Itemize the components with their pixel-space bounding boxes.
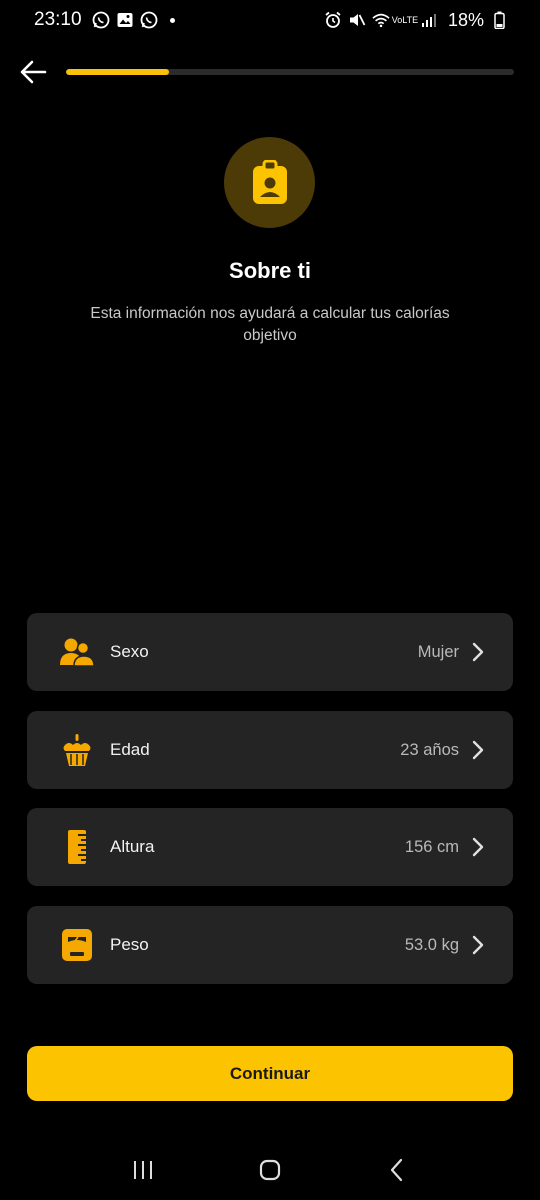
age-label: Edad bbox=[110, 740, 150, 759]
recents-icon bbox=[134, 1161, 153, 1179]
chevron-right-icon bbox=[469, 739, 487, 761]
whatsapp-icon bbox=[140, 11, 158, 29]
system-nav-bar bbox=[0, 1140, 540, 1200]
wifi-icon bbox=[372, 11, 390, 29]
weight-row[interactable]: Peso 53.0 kg bbox=[27, 906, 513, 984]
page-subtitle: Esta información nos ayudará a calcular … bbox=[90, 305, 450, 344]
system-back-button[interactable] bbox=[377, 1150, 417, 1190]
home-button[interactable] bbox=[250, 1150, 290, 1190]
height-value: 156 cm bbox=[404, 837, 459, 856]
avatar bbox=[224, 137, 315, 228]
battery-percent: 18% bbox=[447, 9, 484, 30]
chevron-right-icon bbox=[469, 934, 487, 956]
notification-dot-icon bbox=[169, 17, 175, 23]
height-label: Altura bbox=[110, 837, 155, 856]
arrow-left-icon bbox=[20, 60, 47, 84]
age-row[interactable]: Edad 23 años bbox=[27, 711, 513, 789]
id-badge-icon bbox=[252, 159, 287, 204]
signal-icon bbox=[420, 11, 438, 29]
volte-label: VoLTE bbox=[391, 14, 419, 25]
chevron-left-icon bbox=[390, 1158, 402, 1182]
back-button[interactable] bbox=[18, 57, 48, 87]
chevron-right-icon bbox=[469, 836, 487, 858]
alarm-icon bbox=[324, 11, 342, 29]
progress-bar bbox=[66, 69, 514, 75]
page-title: Sobre ti bbox=[229, 258, 311, 283]
home-icon bbox=[259, 1159, 281, 1181]
mute-icon bbox=[348, 11, 366, 29]
top-nav bbox=[0, 52, 540, 92]
progress-fill bbox=[66, 69, 170, 75]
sex-row[interactable]: Sexo Mujer bbox=[27, 613, 513, 691]
cake-icon bbox=[59, 732, 95, 768]
continue-button[interactable]: Continuar bbox=[27, 1046, 513, 1101]
whatsapp-icon bbox=[92, 11, 110, 29]
weight-label: Peso bbox=[110, 935, 149, 954]
chevron-right-icon bbox=[469, 641, 487, 663]
status-time: 23:10 bbox=[34, 9, 82, 30]
height-row[interactable]: Altura 156 cm bbox=[27, 808, 513, 886]
sex-value: Mujer bbox=[417, 642, 459, 661]
recents-button[interactable] bbox=[123, 1150, 163, 1190]
sex-label: Sexo bbox=[110, 642, 149, 661]
status-left: 23:10 bbox=[34, 9, 175, 31]
status-right: VoLTE 18% bbox=[324, 10, 508, 31]
ruler-icon bbox=[59, 829, 95, 865]
age-value: 23 años bbox=[400, 740, 459, 759]
screen: 23:10 VoLTE 18% Sobre ti Esta informació… bbox=[0, 0, 540, 1200]
people-icon bbox=[59, 634, 95, 670]
scale-icon bbox=[59, 927, 95, 963]
weight-value: 53.0 kg bbox=[404, 935, 459, 954]
status-bar: 23:10 VoLTE 18% bbox=[0, 0, 540, 40]
gallery-icon bbox=[116, 11, 134, 29]
battery-icon bbox=[490, 11, 508, 29]
